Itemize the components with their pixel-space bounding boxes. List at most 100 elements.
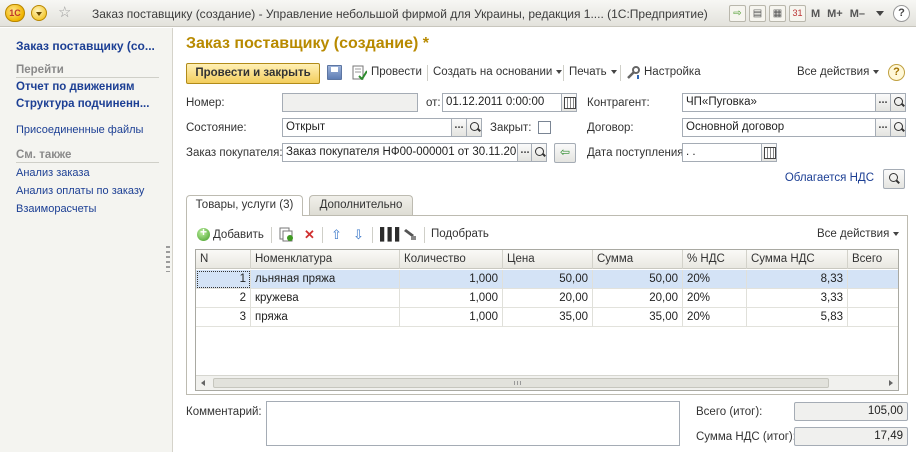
contract-select-button[interactable] (875, 118, 891, 137)
cell-vat-sum[interactable]: 3,33 (747, 289, 848, 308)
cell-vat-sum[interactable]: 8,33 (747, 270, 848, 289)
create-based-on-menu[interactable]: Создать на основании (433, 66, 563, 78)
scroll-right-icon[interactable] (889, 380, 893, 386)
memory-plus-button[interactable]: M+ (825, 8, 845, 20)
cell-total[interactable] (848, 289, 898, 308)
table-all-actions-menu[interactable]: Все действия (817, 228, 900, 240)
horizontal-scrollbar[interactable] (196, 375, 898, 390)
column-header-sum[interactable]: Сумма (593, 250, 683, 269)
customer-order-open-icon[interactable] (531, 143, 547, 162)
counterparty-open-icon[interactable] (890, 93, 906, 112)
post-button[interactable]: Провести (371, 66, 422, 78)
nav-movements-report[interactable]: Отчет по движениям (16, 81, 135, 93)
cell-vat-rate[interactable]: 20% (683, 270, 747, 289)
cell-price[interactable]: 35,00 (503, 308, 593, 327)
cell-qty[interactable]: 1,000 (400, 270, 503, 289)
cell-price[interactable]: 50,00 (503, 270, 593, 289)
all-actions-menu[interactable]: Все действия (797, 66, 880, 78)
pick-button[interactable]: Подобрать (431, 228, 489, 240)
cell-n[interactable]: 3 (196, 308, 251, 327)
cell-sum[interactable]: 50,00 (593, 270, 683, 289)
goods-table[interactable]: N Номенклатура Количество Цена Сумма % Н… (195, 249, 899, 391)
nav-payment-analysis[interactable]: Анализ оплаты по заказу (16, 185, 144, 197)
vat-search-icon[interactable] (883, 169, 905, 189)
column-header-item[interactable]: Номенклатура (251, 250, 400, 269)
document-icon[interactable]: ▤ (748, 5, 766, 22)
state-field[interactable]: Открыт (282, 118, 452, 137)
column-header-price[interactable]: Цена (503, 250, 593, 269)
tab-goods-services[interactable]: Товары, услуги (3) (186, 195, 303, 216)
back-arrow-icon[interactable]: ⇦ (554, 143, 576, 163)
settings-button[interactable]: Настройка (644, 66, 701, 78)
barcode-icon[interactable]: ▌▌▌ (380, 227, 404, 242)
closed-checkbox[interactable] (538, 121, 551, 134)
cell-sum[interactable]: 20,00 (593, 289, 683, 308)
nav-order-analysis[interactable]: Анализ заказа (16, 167, 90, 179)
scroll-left-icon[interactable] (201, 380, 205, 386)
calculator-icon[interactable]: ▦ (768, 5, 786, 22)
cell-price[interactable]: 20,00 (503, 289, 593, 308)
column-header-qty[interactable]: Количество (400, 250, 503, 269)
print-menu[interactable]: Печать (569, 66, 617, 78)
cell-n[interactable]: 2 (196, 289, 251, 308)
cell-vat-rate[interactable]: 20% (683, 289, 747, 308)
copy-row-icon[interactable] (279, 227, 294, 242)
cell-total[interactable] (848, 270, 898, 289)
memory-minus-button[interactable]: M– (848, 8, 867, 20)
move-down-icon[interactable]: ⇩ (351, 227, 366, 242)
contract-field[interactable]: Основной договор (682, 118, 876, 137)
scrollbar-thumb[interactable] (213, 378, 829, 388)
calendar-icon[interactable] (561, 93, 577, 112)
cell-n[interactable]: 1 (196, 270, 251, 289)
nav-attached-files[interactable]: Присоединенные файлы (16, 124, 143, 136)
favorites-star-icon[interactable]: ☆ (58, 4, 71, 22)
state-open-icon[interactable] (466, 118, 482, 137)
column-header-vat-rate[interactable]: % НДС (683, 250, 747, 269)
column-header-n[interactable]: N (196, 250, 251, 269)
help-button[interactable]: ? (893, 5, 910, 22)
cell-sum[interactable]: 35,00 (593, 308, 683, 327)
panel-resize-grip[interactable] (166, 246, 170, 272)
forward-icon[interactable]: ⇨ (728, 5, 746, 22)
form-help-button[interactable]: ? (888, 64, 905, 81)
customer-order-field[interactable]: Заказ покупателя НФ00-000001 от 30.11.20… (282, 143, 518, 162)
state-select-button[interactable] (451, 118, 467, 137)
add-row-button[interactable]: Добавить (197, 225, 264, 241)
cell-qty[interactable]: 1,000 (400, 289, 503, 308)
scanner-icon[interactable] (402, 227, 417, 242)
titlebar-dropdown-icon[interactable] (876, 11, 884, 16)
cell-qty[interactable]: 1,000 (400, 308, 503, 327)
cell-item[interactable]: льняная пряжа (251, 270, 400, 289)
nav-doc-title[interactable]: Заказ поставщику (со... (16, 39, 155, 53)
table-row[interactable]: 2 кружева 1,000 20,00 20,00 20% 3,33 (196, 289, 898, 308)
cell-vat-rate[interactable]: 20% (683, 308, 747, 327)
memory-button[interactable]: M (809, 8, 822, 20)
table-row[interactable]: 1 льняная пряжа 1,000 50,00 50,00 20% 8,… (196, 270, 898, 289)
nav-subordinate-structure[interactable]: Структура подчиненн... (16, 98, 149, 110)
cell-item[interactable]: кружева (251, 289, 400, 308)
counterparty-select-button[interactable] (875, 93, 891, 112)
post-document-icon[interactable] (352, 65, 367, 80)
column-header-total[interactable]: Всего (848, 250, 898, 269)
comment-field[interactable] (266, 401, 680, 446)
cell-item[interactable]: пряжа (251, 308, 400, 327)
vat-taxation-link[interactable]: Облагается НДС (785, 172, 874, 184)
contract-open-icon[interactable] (890, 118, 906, 137)
cell-total[interactable] (848, 308, 898, 327)
receipt-date-field[interactable]: . . (682, 143, 762, 162)
app-logo-icon[interactable]: 1С (5, 4, 25, 22)
main-menu-icon[interactable] (31, 5, 47, 21)
date-field[interactable]: 01.12.2011 0:00:00 (442, 93, 562, 112)
column-header-vat-sum[interactable]: Сумма НДС (747, 250, 848, 269)
table-row[interactable]: 3 пряжа 1,000 35,00 35,00 20% 5,83 (196, 308, 898, 327)
post-and-close-button[interactable]: Провести и закрыть (186, 63, 320, 84)
number-field[interactable] (282, 93, 418, 112)
nav-settlements[interactable]: Взаиморасчеты (16, 203, 96, 215)
cell-vat-sum[interactable]: 5,83 (747, 308, 848, 327)
calendar-icon[interactable]: 31 (788, 5, 806, 22)
move-up-icon[interactable]: ⇧ (329, 227, 344, 242)
delete-row-icon[interactable]: ✕ (302, 227, 317, 242)
counterparty-field[interactable]: ЧП«Пуговка» (682, 93, 876, 112)
tab-additional[interactable]: Дополнительно (309, 195, 413, 215)
calendar-icon[interactable] (761, 143, 777, 162)
